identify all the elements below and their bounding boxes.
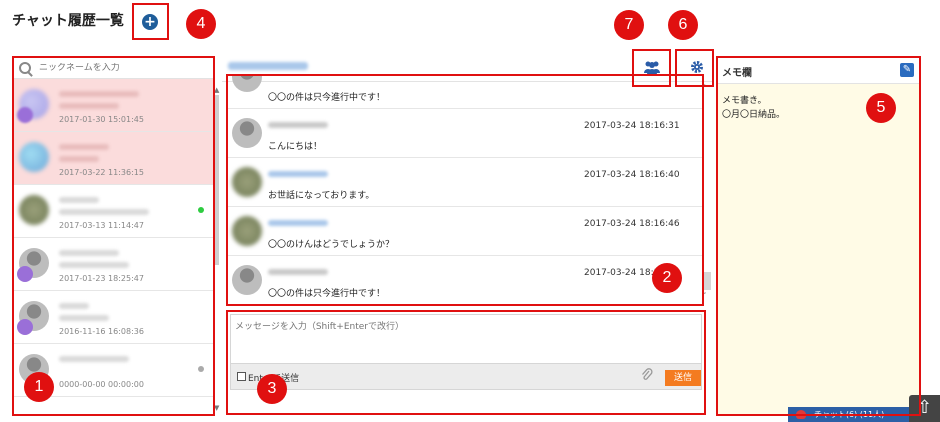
annotation-box-add — [132, 3, 169, 40]
scroll-thumb[interactable] — [703, 272, 711, 290]
annotation-box-messages — [226, 74, 704, 306]
annotation-box-contacts — [12, 56, 215, 416]
page-title: チャット履歴一覧 — [12, 13, 124, 29]
annotation-box-members — [632, 49, 671, 87]
contact-list-scrollbar[interactable] — [215, 95, 219, 265]
annotation-badge-5: 5 — [866, 93, 896, 123]
annotation-badge-3: 3 — [257, 374, 287, 404]
annotation-box-settings — [675, 49, 714, 87]
annotation-badge-2: 2 — [652, 263, 682, 293]
annotation-box-composer — [226, 310, 706, 415]
annotation-badge-4: 4 — [186, 9, 216, 39]
annotation-badge-6: 6 — [668, 10, 698, 40]
chat-partner-name — [228, 62, 308, 70]
annotation-badge-7: 7 — [614, 10, 644, 40]
annotation-badge-1: 1 — [24, 372, 54, 402]
